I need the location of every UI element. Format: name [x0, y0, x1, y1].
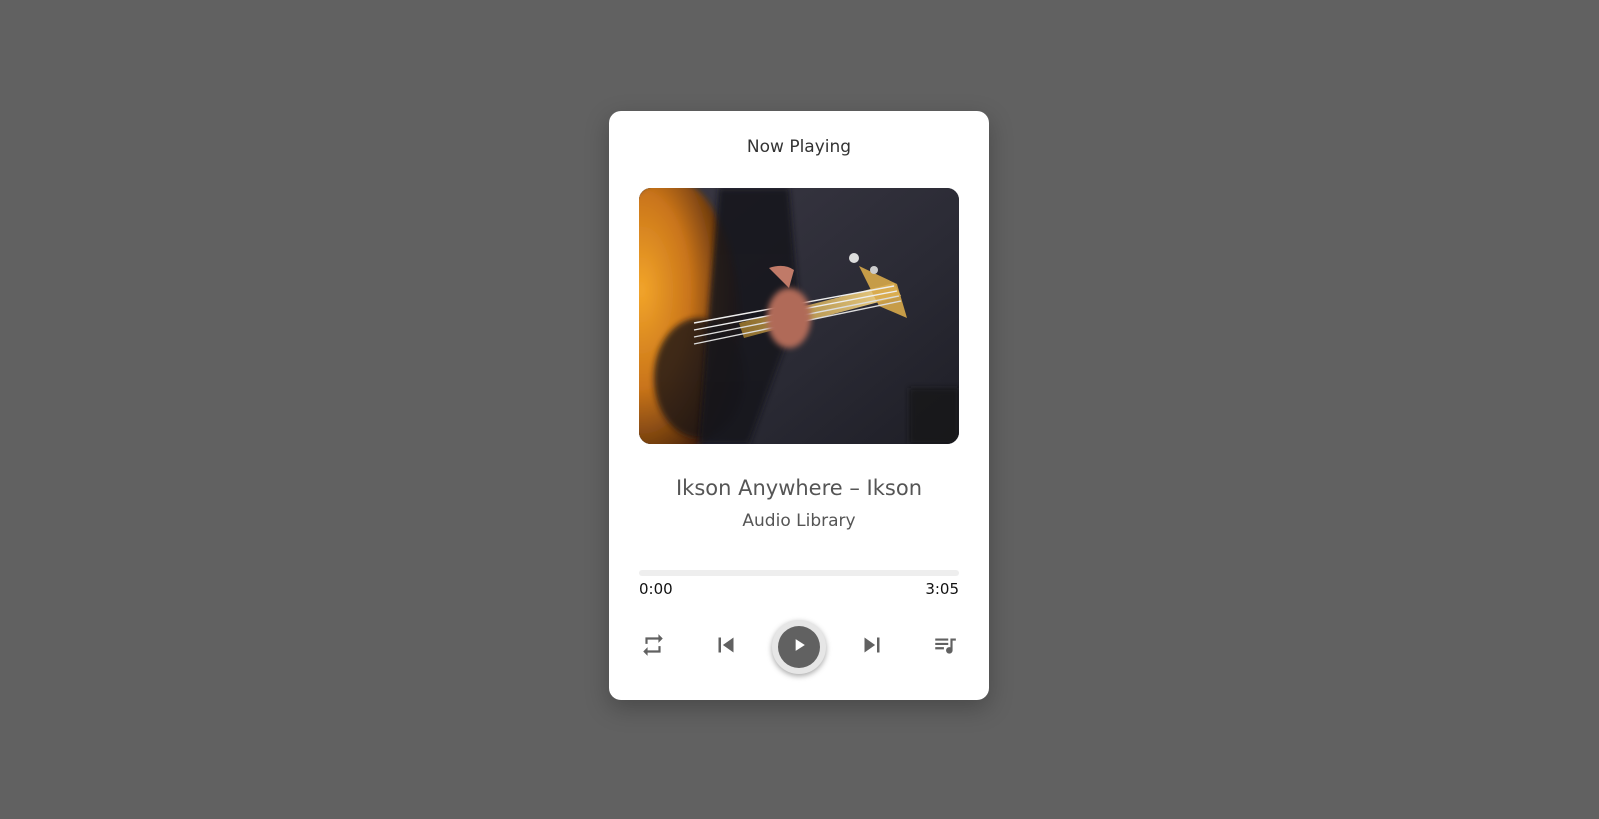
current-time: 0:00 [639, 580, 673, 598]
album-artwork [639, 188, 959, 444]
playlist-button[interactable] [932, 632, 958, 662]
playback-controls [639, 619, 959, 675]
repeat-button[interactable] [640, 632, 666, 662]
player-card: Now Playing Ikson Anywhere – Ikson Audio… [609, 111, 989, 700]
track-title: Ikson Anywhere – Ikson [675, 476, 923, 500]
play-icon [789, 635, 809, 659]
previous-button[interactable] [711, 630, 741, 664]
progress-bar[interactable] [639, 570, 959, 576]
track-artist: Audio Library [742, 511, 856, 531]
total-time: 3:05 [925, 580, 959, 598]
repeat-icon [640, 632, 666, 662]
play-button-inner [778, 626, 820, 668]
next-button[interactable] [857, 630, 887, 664]
skip-previous-icon [711, 630, 741, 664]
skip-next-icon [857, 630, 887, 664]
queue-music-icon [932, 632, 958, 662]
now-playing-header: Now Playing [746, 137, 852, 157]
play-button[interactable] [772, 620, 826, 674]
